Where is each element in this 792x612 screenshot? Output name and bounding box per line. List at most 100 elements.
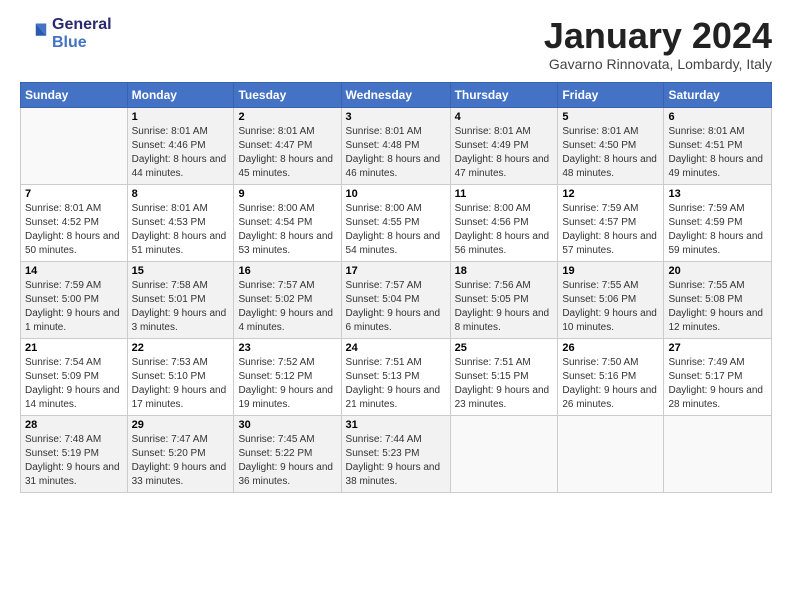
day-number: 28 xyxy=(25,419,123,431)
day-number: 7 xyxy=(25,188,123,200)
day-info: Sunrise: 8:01 AMSunset: 4:47 PMDaylight:… xyxy=(238,125,336,181)
calendar-cell: 10 Sunrise: 8:00 AMSunset: 4:55 PMDayligh… xyxy=(341,184,450,261)
calendar-cell: 19 Sunrise: 7:55 AMSunset: 5:06 PMDayligh… xyxy=(558,261,664,338)
header-day-saturday: Saturday xyxy=(664,82,772,107)
day-number: 27 xyxy=(668,342,767,354)
calendar-cell: 25 Sunrise: 7:51 AMSunset: 5:15 PMDayligh… xyxy=(450,338,558,415)
day-info: Sunrise: 7:58 AMSunset: 5:01 PMDaylight:… xyxy=(132,279,230,335)
calendar-cell xyxy=(21,107,128,184)
day-info: Sunrise: 8:01 AMSunset: 4:53 PMDaylight:… xyxy=(132,202,230,258)
calendar-cell: 31 Sunrise: 7:44 AMSunset: 5:23 PMDayligh… xyxy=(341,415,450,492)
logo-text: General Blue xyxy=(52,16,112,53)
day-info: Sunrise: 7:59 AMSunset: 5:00 PMDaylight:… xyxy=(25,279,123,335)
day-number: 19 xyxy=(562,265,659,277)
calendar-cell: 2 Sunrise: 8:01 AMSunset: 4:47 PMDaylight… xyxy=(234,107,341,184)
calendar-cell: 9 Sunrise: 8:00 AMSunset: 4:54 PMDaylight… xyxy=(234,184,341,261)
logo: General Blue xyxy=(20,16,112,53)
day-number: 22 xyxy=(132,342,230,354)
calendar-cell: 15 Sunrise: 7:58 AMSunset: 5:01 PMDayligh… xyxy=(127,261,234,338)
day-number: 24 xyxy=(346,342,446,354)
day-number: 21 xyxy=(25,342,123,354)
day-info: Sunrise: 8:00 AMSunset: 4:54 PMDaylight:… xyxy=(238,202,336,258)
calendar-cell: 14 Sunrise: 7:59 AMSunset: 5:00 PMDayligh… xyxy=(21,261,128,338)
calendar-table: SundayMondayTuesdayWednesdayThursdayFrid… xyxy=(20,82,772,493)
day-info: Sunrise: 7:56 AMSunset: 5:05 PMDaylight:… xyxy=(455,279,554,335)
calendar-cell: 29Sunrise: 7:47 AMSunset: 5:20 PMDayligh… xyxy=(127,415,234,492)
day-number: 6 xyxy=(668,111,767,123)
header-day-thursday: Thursday xyxy=(450,82,558,107)
calendar-cell: 20Sunrise: 7:55 AMSunset: 5:08 PMDayligh… xyxy=(664,261,772,338)
day-info: Sunrise: 7:55 AMSunset: 5:08 PMDaylight:… xyxy=(668,279,767,335)
day-number: 31 xyxy=(346,419,446,431)
day-number: 26 xyxy=(562,342,659,354)
day-info: Sunrise: 8:01 AMSunset: 4:50 PMDaylight:… xyxy=(562,125,659,181)
day-number: 14 xyxy=(25,265,123,277)
day-info: Sunrise: 7:48 AMSunset: 5:19 PMDaylight:… xyxy=(25,433,123,489)
day-info: Sunrise: 8:01 AMSunset: 4:49 PMDaylight:… xyxy=(455,125,554,181)
page-container: General Blue January 2024 Gavarno Rinnov… xyxy=(0,0,792,503)
day-info: Sunrise: 8:01 AMSunset: 4:48 PMDaylight:… xyxy=(346,125,446,181)
day-number: 12 xyxy=(562,188,659,200)
calendar-cell: 13 Sunrise: 7:59 AMSunset: 4:59 PMDayligh… xyxy=(664,184,772,261)
location-subtitle: Gavarno Rinnovata, Lombardy, Italy xyxy=(544,56,772,72)
day-number: 13 xyxy=(668,188,767,200)
day-info: Sunrise: 8:00 AMSunset: 4:56 PMDaylight:… xyxy=(455,202,554,258)
day-number: 9 xyxy=(238,188,336,200)
day-number: 4 xyxy=(455,111,554,123)
calendar-cell: 27Sunrise: 7:49 AMSunset: 5:17 PMDayligh… xyxy=(664,338,772,415)
day-number: 30 xyxy=(238,419,336,431)
header-day-friday: Friday xyxy=(558,82,664,107)
calendar-cell: 18Sunrise: 7:56 AMSunset: 5:05 PMDayligh… xyxy=(450,261,558,338)
day-number: 2 xyxy=(238,111,336,123)
calendar-cell: 16Sunrise: 7:57 AMSunset: 5:02 PMDayligh… xyxy=(234,261,341,338)
day-info: Sunrise: 7:57 AMSunset: 5:04 PMDaylight:… xyxy=(346,279,446,335)
day-info: Sunrise: 7:55 AMSunset: 5:06 PMDaylight:… xyxy=(562,279,659,335)
day-number: 29 xyxy=(132,419,230,431)
day-info: Sunrise: 7:52 AMSunset: 5:12 PMDaylight:… xyxy=(238,356,336,412)
day-info: Sunrise: 7:53 AMSunset: 5:10 PMDaylight:… xyxy=(132,356,230,412)
calendar-cell: 3Sunrise: 8:01 AMSunset: 4:48 PMDaylight… xyxy=(341,107,450,184)
calendar-cell: 21 Sunrise: 7:54 AMSunset: 5:09 PMDayligh… xyxy=(21,338,128,415)
day-info: Sunrise: 8:01 AMSunset: 4:51 PMDaylight:… xyxy=(668,125,767,181)
calendar-cell: 22 Sunrise: 7:53 AMSunset: 5:10 PMDayligh… xyxy=(127,338,234,415)
day-number: 10 xyxy=(346,188,446,200)
day-number: 1 xyxy=(132,111,230,123)
day-number: 11 xyxy=(455,188,554,200)
day-info: Sunrise: 7:51 AMSunset: 5:13 PMDaylight:… xyxy=(346,356,446,412)
calendar-cell: 28 Sunrise: 7:48 AMSunset: 5:19 PMDayligh… xyxy=(21,415,128,492)
day-number: 17 xyxy=(346,265,446,277)
day-info: Sunrise: 8:01 AMSunset: 4:46 PMDaylight:… xyxy=(132,125,230,181)
header: General Blue January 2024 Gavarno Rinnov… xyxy=(20,16,772,72)
logo-icon xyxy=(20,20,48,48)
calendar-cell: 4 Sunrise: 8:01 AMSunset: 4:49 PMDaylight… xyxy=(450,107,558,184)
day-info: Sunrise: 7:44 AMSunset: 5:23 PMDaylight:… xyxy=(346,433,446,489)
day-info: Sunrise: 7:51 AMSunset: 5:15 PMDaylight:… xyxy=(455,356,554,412)
calendar-cell: 11 Sunrise: 8:00 AMSunset: 4:56 PMDayligh… xyxy=(450,184,558,261)
header-day-monday: Monday xyxy=(127,82,234,107)
day-info: Sunrise: 8:01 AMSunset: 4:52 PMDaylight:… xyxy=(25,202,123,258)
day-info: Sunrise: 7:54 AMSunset: 5:09 PMDaylight:… xyxy=(25,356,123,412)
calendar-week-4: 21 Sunrise: 7:54 AMSunset: 5:09 PMDayligh… xyxy=(21,338,772,415)
day-info: Sunrise: 7:45 AMSunset: 5:22 PMDaylight:… xyxy=(238,433,336,489)
calendar-cell: 17 Sunrise: 7:57 AMSunset: 5:04 PMDayligh… xyxy=(341,261,450,338)
day-number: 23 xyxy=(238,342,336,354)
day-number: 16 xyxy=(238,265,336,277)
calendar-header-row: SundayMondayTuesdayWednesdayThursdayFrid… xyxy=(21,82,772,107)
calendar-week-2: 7 Sunrise: 8:01 AMSunset: 4:52 PMDaylight… xyxy=(21,184,772,261)
day-number: 8 xyxy=(132,188,230,200)
calendar-cell: 6 Sunrise: 8:01 AMSunset: 4:51 PMDaylight… xyxy=(664,107,772,184)
month-title: January 2024 xyxy=(544,16,772,56)
calendar-cell xyxy=(450,415,558,492)
calendar-cell: 24 Sunrise: 7:51 AMSunset: 5:13 PMDayligh… xyxy=(341,338,450,415)
day-number: 25 xyxy=(455,342,554,354)
calendar-week-3: 14 Sunrise: 7:59 AMSunset: 5:00 PMDayligh… xyxy=(21,261,772,338)
day-number: 15 xyxy=(132,265,230,277)
header-day-wednesday: Wednesday xyxy=(341,82,450,107)
calendar-cell: 7 Sunrise: 8:01 AMSunset: 4:52 PMDaylight… xyxy=(21,184,128,261)
day-info: Sunrise: 8:00 AMSunset: 4:55 PMDaylight:… xyxy=(346,202,446,258)
day-info: Sunrise: 7:59 AMSunset: 4:57 PMDaylight:… xyxy=(562,202,659,258)
calendar-cell xyxy=(558,415,664,492)
calendar-cell: 26Sunrise: 7:50 AMSunset: 5:16 PMDayligh… xyxy=(558,338,664,415)
title-block: January 2024 Gavarno Rinnovata, Lombardy… xyxy=(544,16,772,72)
day-info: Sunrise: 7:59 AMSunset: 4:59 PMDaylight:… xyxy=(668,202,767,258)
